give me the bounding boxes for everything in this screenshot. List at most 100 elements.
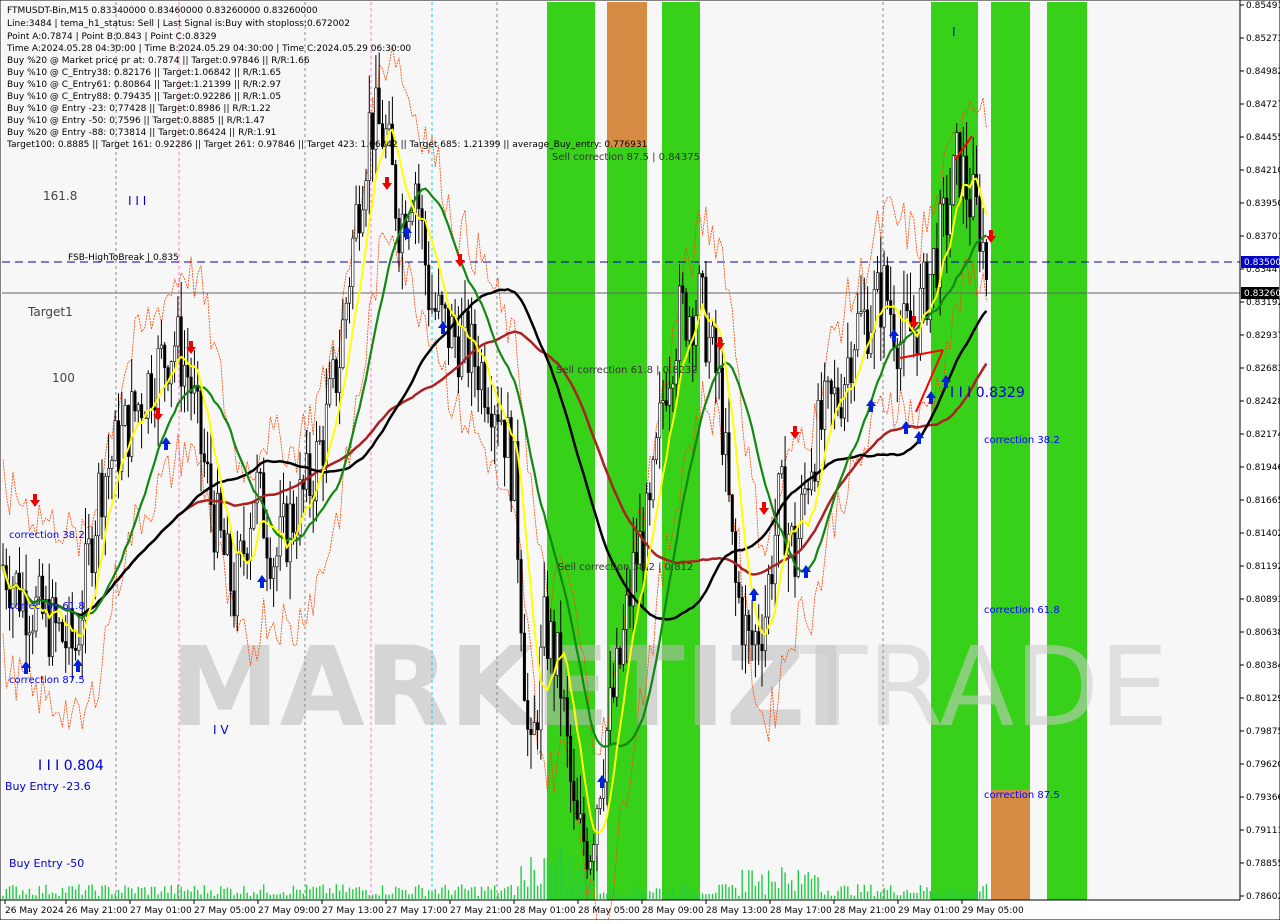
candle-body [450,315,454,348]
candle-body [730,494,734,532]
info-line: Target100: 0.8885 || Target 161: 0.92286… [6,140,647,150]
wave-label: I I I [128,194,146,208]
candle-body [539,646,543,731]
candle-body [704,276,708,363]
candle-body [707,337,711,363]
candle-body [245,553,249,561]
x-tick-label: 26 May 2024 [5,906,64,916]
candle-body [529,729,533,735]
candle-body [743,614,747,646]
candle-body [862,309,866,312]
candle-body [466,310,470,373]
y-tick-label: 0.78602 [1246,892,1280,902]
candle-body [615,648,619,698]
y-tick-label: 0.81192 [1246,562,1280,572]
correction-label: correction 87.5 [9,675,85,686]
candle-body [242,540,246,555]
x-tick-label: 27 May 13:00 [322,906,384,916]
candle-body [727,432,731,496]
candle-body [684,292,688,341]
candle-body [229,533,233,592]
price-chart[interactable]: MARKETIZI TRADE FTMUSDT-Bin,M15 0.833400… [0,0,1280,924]
candle-body [664,400,668,406]
candle-body [136,404,140,412]
y-tick-label: 0.84455 [1246,133,1280,143]
candle-body [258,471,262,474]
candle-body [879,272,883,328]
candle-body [958,132,962,198]
candle-body [849,357,853,384]
candle-body [677,285,681,362]
orange-zone-top [607,2,647,147]
candle-body [486,407,490,415]
candle-body [163,344,167,368]
candle-body [661,400,665,404]
candle-body [110,460,114,469]
candle-body [318,440,322,442]
y-tick-label: 0.83950 [1246,199,1280,209]
candle-body [479,362,483,391]
y-tick-label: 0.81402 [1246,529,1280,539]
candle-body [90,538,94,574]
candle-body [361,209,365,234]
candle-body [123,405,127,426]
candle-body [107,468,111,477]
candle-body [951,155,955,206]
candle-body [526,700,530,730]
candle-body [720,367,724,455]
candle-body [918,288,922,354]
candle-body [440,294,444,306]
candle-body [503,419,507,458]
candle-body [133,391,137,412]
candle-body [489,413,493,428]
candle-body [77,644,81,651]
candle-body [87,538,91,545]
candle-body [793,525,797,577]
candle-body [658,402,662,438]
y-tick-label: 0.80638 [1246,628,1280,638]
candle-body [542,596,546,648]
candle-body [654,437,658,461]
candle-body [701,273,705,278]
candle-body [321,440,325,466]
y-tick-label: 0.83192 [1246,298,1280,308]
candle-body [27,632,31,636]
candle-body [331,359,335,379]
candle-body [595,808,599,845]
x-tick-label: 27 May 01:00 [130,906,192,916]
candle-body [882,265,886,328]
y-tick-label: 0.84727 [1246,100,1280,110]
candle-body [648,492,652,501]
y-tick-label: 0.79366 [1246,793,1280,803]
candle-body [565,697,569,737]
candle-body [809,471,813,491]
candle-body [357,204,361,234]
candle-body [443,304,447,309]
candle-body [767,574,771,618]
candle-body [364,180,368,211]
candle-body [117,420,121,472]
candle-body [611,687,615,698]
candle-body [981,242,985,252]
candle-body [559,632,563,699]
candle-body [569,735,573,782]
candle-body [281,503,285,518]
candle-body [252,502,256,529]
candle-body [819,400,823,430]
wave-label: I V [213,723,229,737]
candle-body [212,504,216,553]
candle-body [859,311,863,314]
candle-body [456,336,460,378]
candle-body [183,365,187,387]
candle-body [575,800,579,820]
fib-label: 161.8 [43,189,77,203]
y-tick-label: 0.80384 [1246,661,1280,671]
info-line: FTMUSDT-Bin,M15 0.83340000 0.83460000 0.… [7,6,318,16]
candle-body [935,248,939,288]
candle-body [681,285,685,293]
candle-body [932,248,936,275]
candle-body [67,608,71,649]
candle-body [519,559,523,634]
candle-body [387,123,391,130]
candle-body [328,378,332,405]
